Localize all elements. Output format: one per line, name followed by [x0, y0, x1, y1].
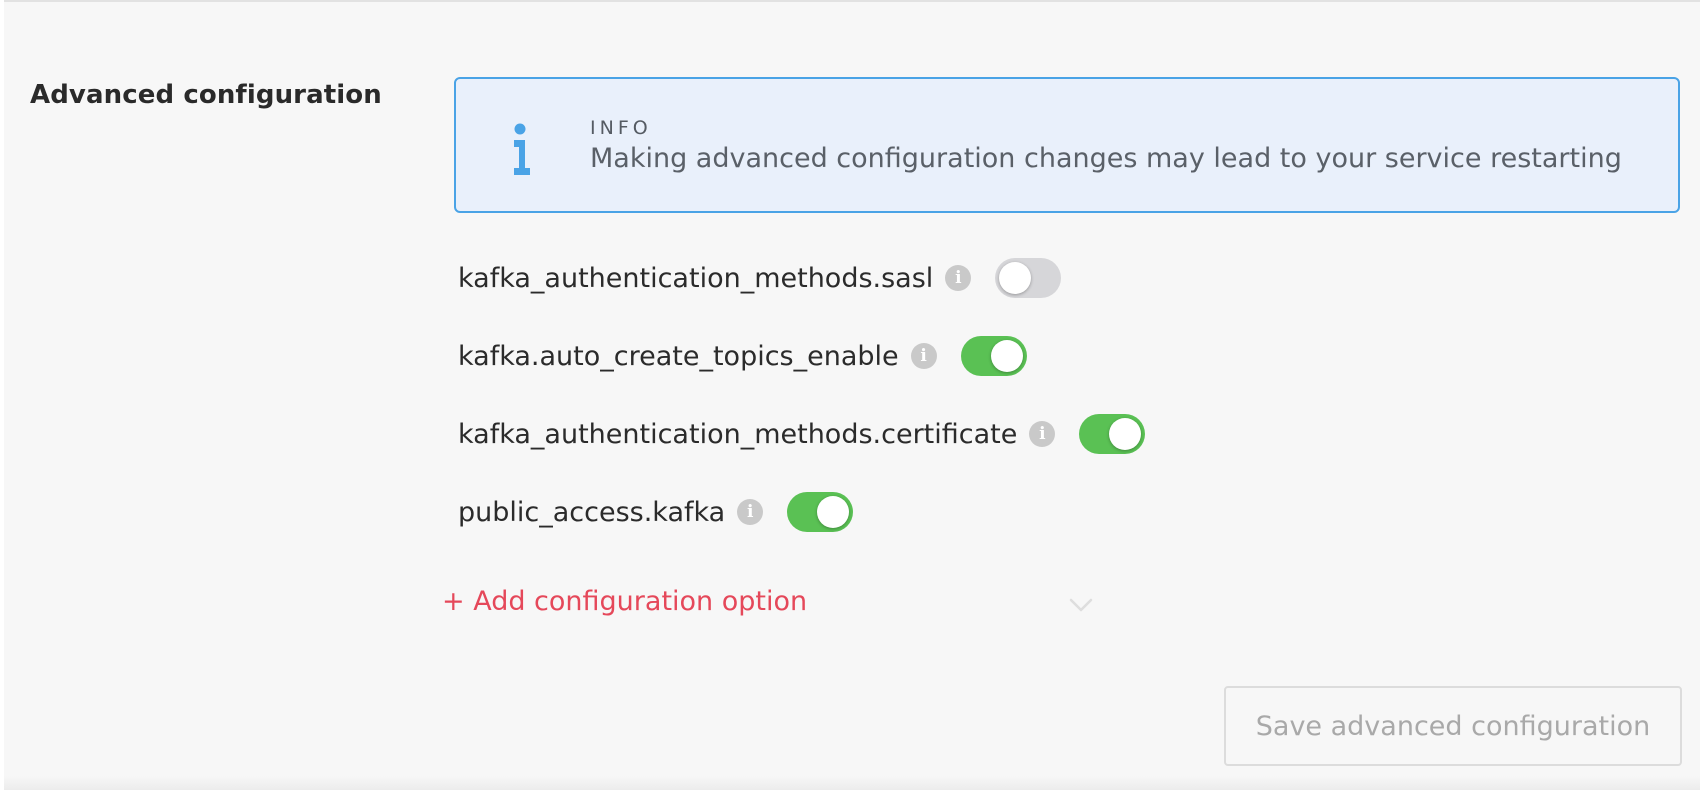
section-title: Advanced configuration: [30, 80, 382, 110]
config-option-row: kafka.auto_create_topics_enable i: [458, 333, 1027, 379]
add-configuration-option-link[interactable]: + Add configuration option: [442, 586, 807, 617]
advanced-configuration-panel: Advanced configuration INFO Making advan…: [4, 0, 1700, 790]
toggle-knob: [990, 340, 1023, 372]
config-option-label: kafka_authentication_methods.certificate: [458, 418, 1018, 450]
info-label: INFO: [590, 117, 652, 139]
info-alert: INFO Making advanced configuration chang…: [454, 77, 1680, 213]
toggle-knob: [999, 262, 1032, 294]
config-option-row: public_access.kafka i: [458, 489, 854, 535]
config-option-row: kafka_authentication_methods.sasl i: [458, 255, 1062, 301]
config-option-label: kafka.auto_create_topics_enable: [458, 340, 899, 372]
config-option-toggle[interactable]: [960, 336, 1027, 376]
toggle-knob: [1109, 418, 1142, 450]
info-help-icon[interactable]: i: [1029, 421, 1056, 447]
config-option-label: public_access.kafka: [458, 496, 726, 528]
info-icon: [514, 123, 530, 175]
info-help-icon[interactable]: i: [945, 265, 972, 291]
config-option-row: kafka_authentication_methods.certificate…: [458, 411, 1146, 457]
save-advanced-configuration-button[interactable]: Save advanced configuration: [1224, 686, 1682, 766]
info-message: Making advanced configuration changes ma…: [590, 143, 1622, 174]
config-option-toggle[interactable]: [1079, 414, 1146, 454]
info-help-icon[interactable]: i: [737, 499, 764, 525]
info-help-icon[interactable]: i: [910, 343, 937, 369]
toggle-knob: [817, 496, 850, 528]
chevron-down-icon[interactable]: [1066, 590, 1096, 620]
bottom-shade: [4, 776, 1700, 790]
config-option-toggle[interactable]: [995, 258, 1062, 298]
config-option-label: kafka_authentication_methods.sasl: [458, 262, 934, 294]
config-option-toggle[interactable]: [787, 492, 854, 532]
